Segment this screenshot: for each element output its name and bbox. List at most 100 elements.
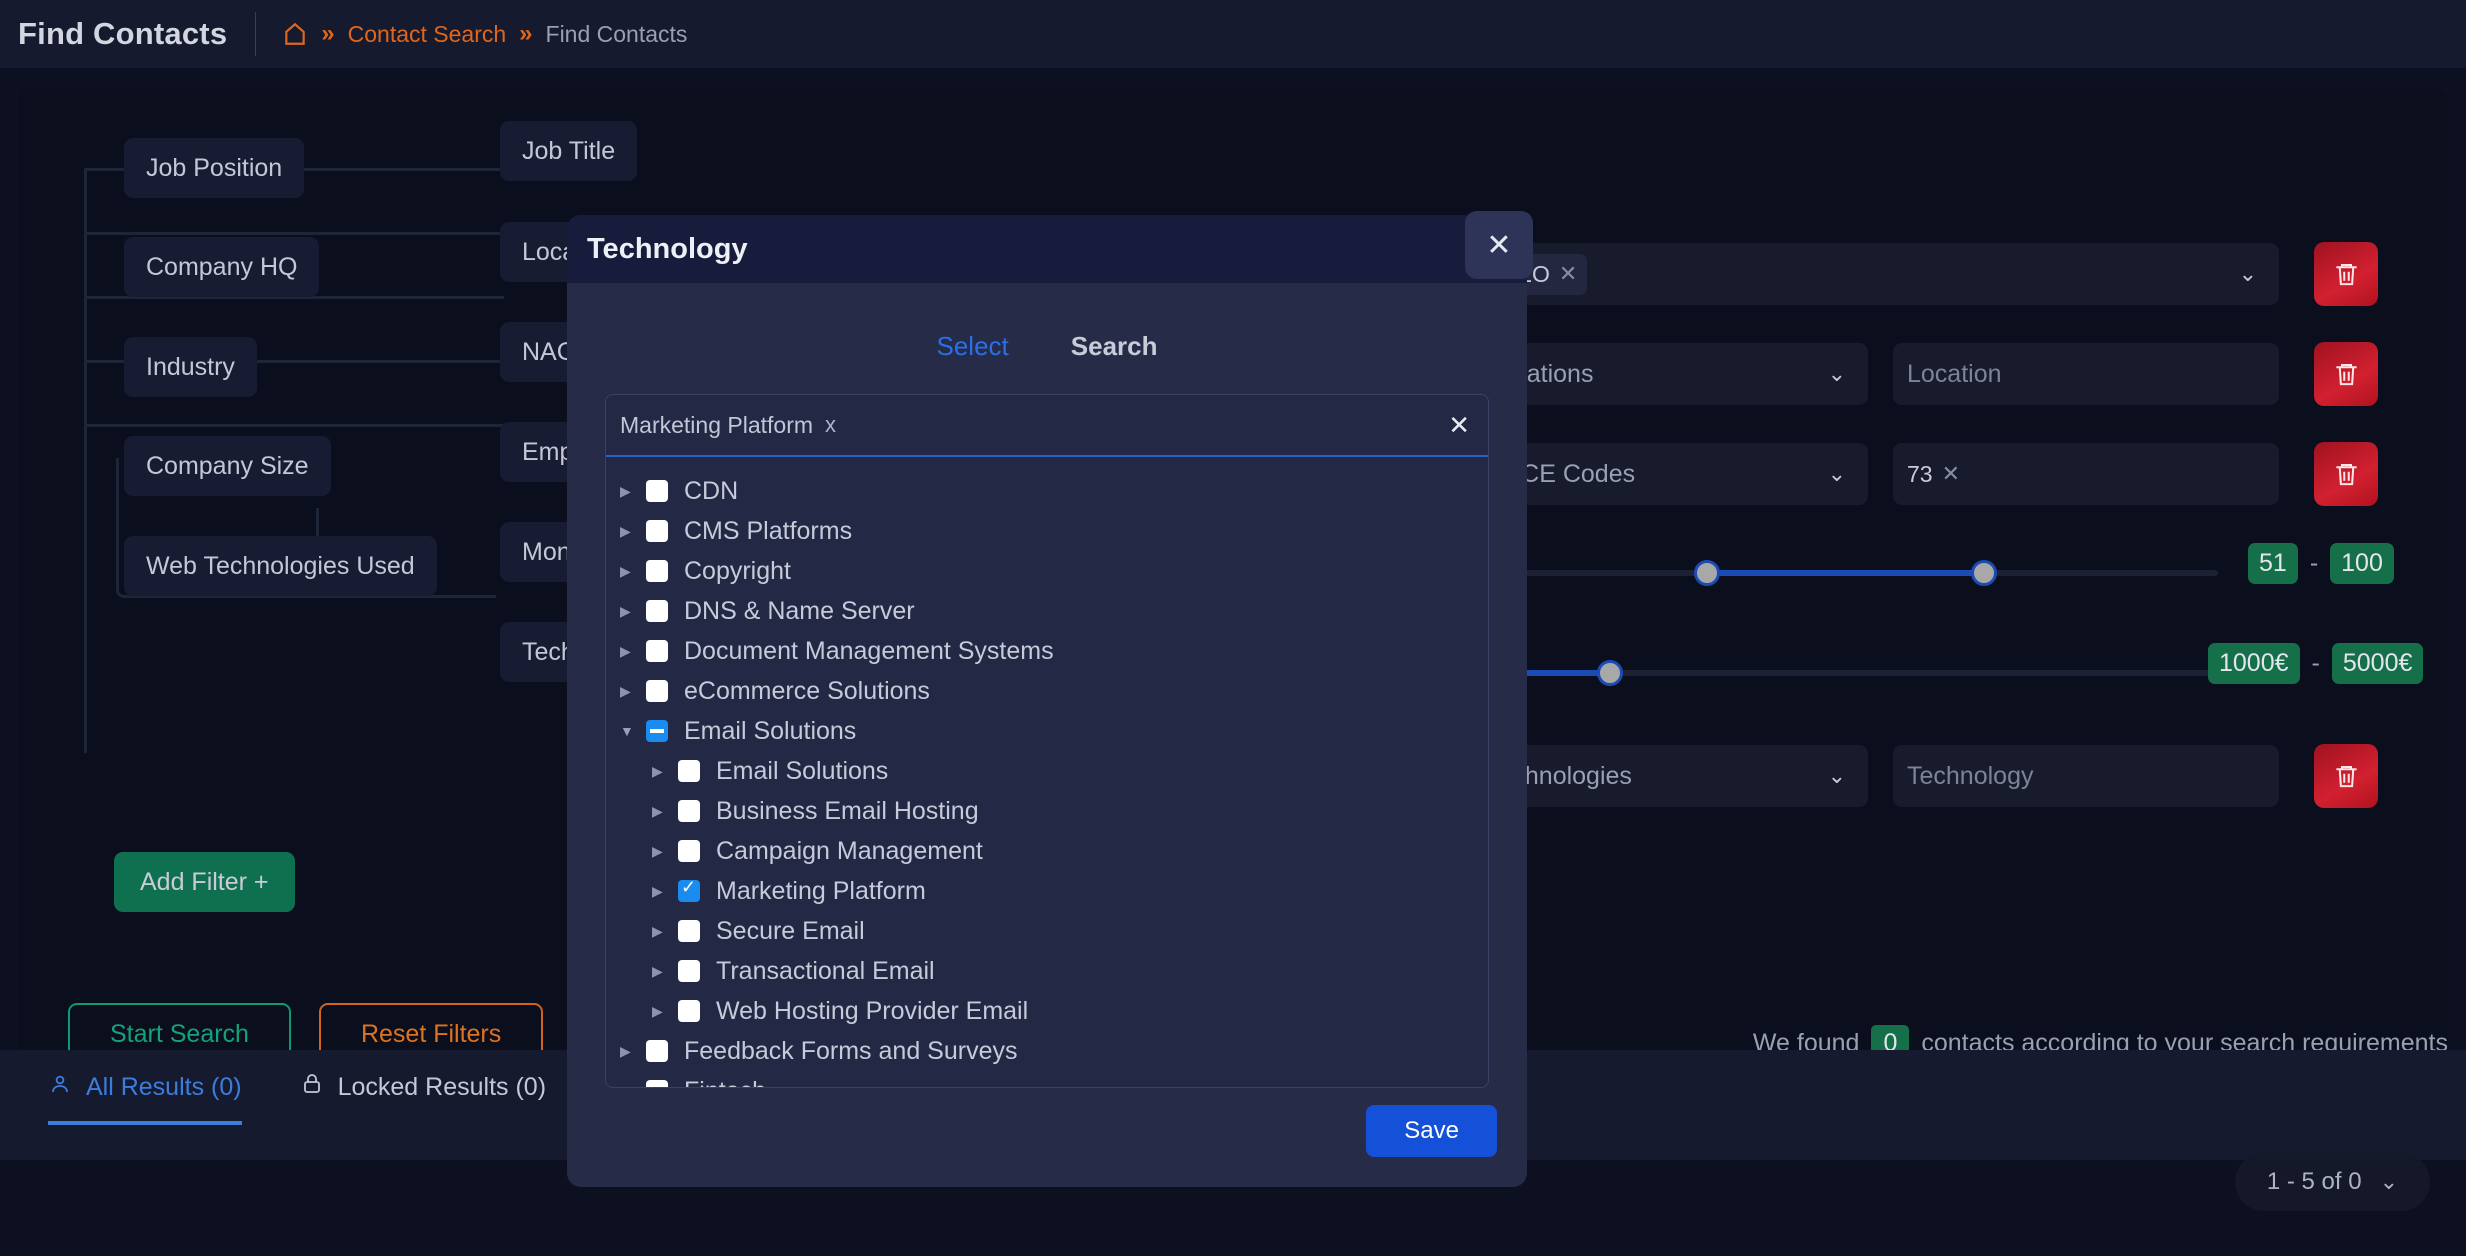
tree-node-checkbox[interactable]	[678, 960, 700, 982]
tree-node-label: Email Solutions	[716, 757, 888, 786]
tree-node[interactable]: ▶ eCommerce Solutions	[620, 671, 1488, 711]
caret-right-icon[interactable]: ▶	[652, 883, 678, 900]
add-filter-button[interactable]: Add Filter +	[114, 852, 295, 912]
tree-node-checkbox[interactable]	[646, 640, 668, 662]
tree-node-checkbox[interactable]	[646, 600, 668, 622]
tree-node[interactable]: ▶Secure Email	[620, 911, 1488, 951]
tree-node-checkbox[interactable]	[678, 880, 700, 902]
budget-value-group: 1000€ - 5000€	[2208, 643, 2423, 684]
caret-down-icon[interactable]: ▼	[620, 723, 646, 739]
chip-remove-icon[interactable]: x	[825, 412, 836, 438]
tree-node[interactable]: ▶ Email Solutions	[620, 751, 1488, 791]
caret-right-icon[interactable]: ▶	[620, 563, 646, 580]
chip-marketing-platform[interactable]: Marketing Platform x	[620, 412, 836, 439]
tree-node-checkbox[interactable]	[646, 520, 668, 542]
tree-node[interactable]: ▶Web Hosting Provider Email	[620, 991, 1488, 1031]
filter-node-company-size[interactable]: Company Size	[124, 436, 331, 496]
tree-node-checkbox[interactable]	[646, 680, 668, 702]
tree-node-label: eCommerce Solutions	[684, 677, 930, 706]
delete-filter-row-2[interactable]	[2314, 342, 2378, 406]
tree-node-label: CMS Platforms	[684, 517, 852, 546]
tree-branch	[84, 424, 504, 427]
home-icon[interactable]	[282, 21, 308, 47]
tree-node-checkbox[interactable]	[678, 840, 700, 862]
slider-knob-min[interactable]	[1694, 560, 1720, 586]
tree-node[interactable]: ▶ CMS Platforms	[620, 511, 1488, 551]
tree-node[interactable]: ▶Fintech	[620, 1071, 1488, 1088]
modal-close-button[interactable]: ✕	[1465, 211, 1533, 279]
tree-node-checkbox[interactable]	[646, 480, 668, 502]
tree-node[interactable]: ▶Business Email Hosting	[620, 791, 1488, 831]
budget-range-slider[interactable]	[1438, 643, 2218, 703]
value-field-nace[interactable]: 73 ✕	[1893, 443, 2279, 505]
caret-right-icon[interactable]: ▶	[620, 603, 646, 620]
caret-right-icon[interactable]: ▶	[652, 803, 678, 820]
filter-node-web-tech-used[interactable]: Web Technologies Used	[124, 536, 437, 596]
tree-node-label: Transactional Email	[716, 957, 935, 986]
delete-filter-row-3[interactable]	[2314, 442, 2378, 506]
tag-remove-icon[interactable]: ✕	[1559, 261, 1577, 287]
technology-modal: Technology Select Search Marketing Platf…	[567, 215, 1527, 1187]
caret-right-icon[interactable]: ▶	[652, 1003, 678, 1020]
caret-right-icon[interactable]: ▶	[620, 483, 646, 500]
clear-all-icon[interactable]: ✕	[1448, 410, 1470, 441]
filter-node-job-position[interactable]: Job Position	[124, 138, 304, 198]
caret-right-icon[interactable]: ▶	[652, 923, 678, 940]
tab-search[interactable]: Search	[1071, 331, 1158, 362]
filter-node-company-hq[interactable]: Company HQ	[124, 237, 319, 297]
employees-range-slider[interactable]	[1508, 543, 2218, 603]
tree-node[interactable]: ▶DNS & Name Server	[620, 591, 1488, 631]
tab-select[interactable]: Select	[937, 331, 1009, 362]
caret-right-icon[interactable]: ▶	[620, 643, 646, 660]
tag-remove-icon[interactable]: ✕	[1942, 461, 1960, 487]
caret-right-icon[interactable]: ▶	[652, 963, 678, 980]
tree-node-checkbox[interactable]	[646, 560, 668, 582]
value-field-technology[interactable]: Technology	[1893, 745, 2279, 807]
tree-node[interactable]: ▶ Transactional Email	[620, 951, 1488, 991]
slider-knob-max[interactable]	[1971, 560, 1997, 586]
tree-node[interactable]: ▼ Email Solutions	[620, 711, 1488, 751]
tree-node[interactable]: ▶Feedback Forms and Surveys	[620, 1031, 1488, 1071]
value-field-location[interactable]: Location	[1893, 343, 2279, 405]
chevron-down-icon[interactable]: ⌄	[2380, 1169, 2398, 1195]
tree-node-label: Email Solutions	[684, 717, 856, 746]
breadcrumb-separator-1: »	[321, 20, 334, 48]
tree-node[interactable]: ▶ Copyright	[620, 551, 1488, 591]
slider-knob-min[interactable]	[1597, 660, 1623, 686]
tree-node-checkbox[interactable]	[678, 920, 700, 942]
breadcrumb-link-contact-search[interactable]: Contact Search	[348, 21, 507, 48]
tree-node[interactable]: ▶CDN	[620, 471, 1488, 511]
filter-row-label[interactable]: Job Title	[500, 121, 637, 181]
tab-locked-results[interactable]: Locked Results (0)	[300, 1072, 546, 1121]
tree-node-label: Copyright	[684, 557, 791, 586]
budget-range-separator: -	[2312, 649, 2320, 678]
save-button[interactable]: Save	[1366, 1105, 1497, 1157]
delete-filter-row-1[interactable]	[2314, 242, 2378, 306]
caret-right-icon[interactable]: ▶	[620, 683, 646, 700]
caret-right-icon[interactable]: ▶	[620, 523, 646, 540]
selected-chips-row: Marketing Platform x ✕	[606, 395, 1488, 457]
caret-right-icon[interactable]: ▶	[620, 1083, 646, 1089]
tree-node-checkbox[interactable]	[646, 1040, 668, 1062]
caret-right-icon[interactable]: ▶	[652, 763, 678, 780]
tab-all-results[interactable]: All Results (0)	[48, 1072, 242, 1125]
tree-node[interactable]: ▶ Marketing Platform	[620, 871, 1488, 911]
tree-node-label: Marketing Platform	[716, 877, 926, 906]
chip-label: Marketing Platform	[620, 412, 813, 439]
delete-filter-row-6[interactable]	[2314, 744, 2378, 808]
tag-73[interactable]: 73 ✕	[1907, 454, 1970, 495]
filter-node-industry[interactable]: Industry	[124, 337, 257, 397]
caret-right-icon[interactable]: ▶	[652, 843, 678, 860]
slider-fill	[1707, 570, 1984, 576]
modal-footer: Save	[1366, 1105, 1497, 1157]
tree-node-checkbox[interactable]	[646, 1080, 668, 1088]
tree-node-checkbox[interactable]	[678, 1000, 700, 1022]
caret-right-icon[interactable]: ▶	[620, 1043, 646, 1060]
value-field-job-title[interactable]: CEO ✕ ⌄	[1476, 243, 2279, 305]
tree-node[interactable]: ▶Document Management Systems	[620, 631, 1488, 671]
tree-node-checkbox[interactable]	[678, 800, 700, 822]
tree-node-checkbox[interactable]	[678, 760, 700, 782]
tree-node-checkbox[interactable]	[646, 720, 668, 742]
tree-node[interactable]: ▶Campaign Management	[620, 831, 1488, 871]
pagination-control[interactable]: 1 - 5 of 0 ⌄	[2235, 1153, 2430, 1211]
